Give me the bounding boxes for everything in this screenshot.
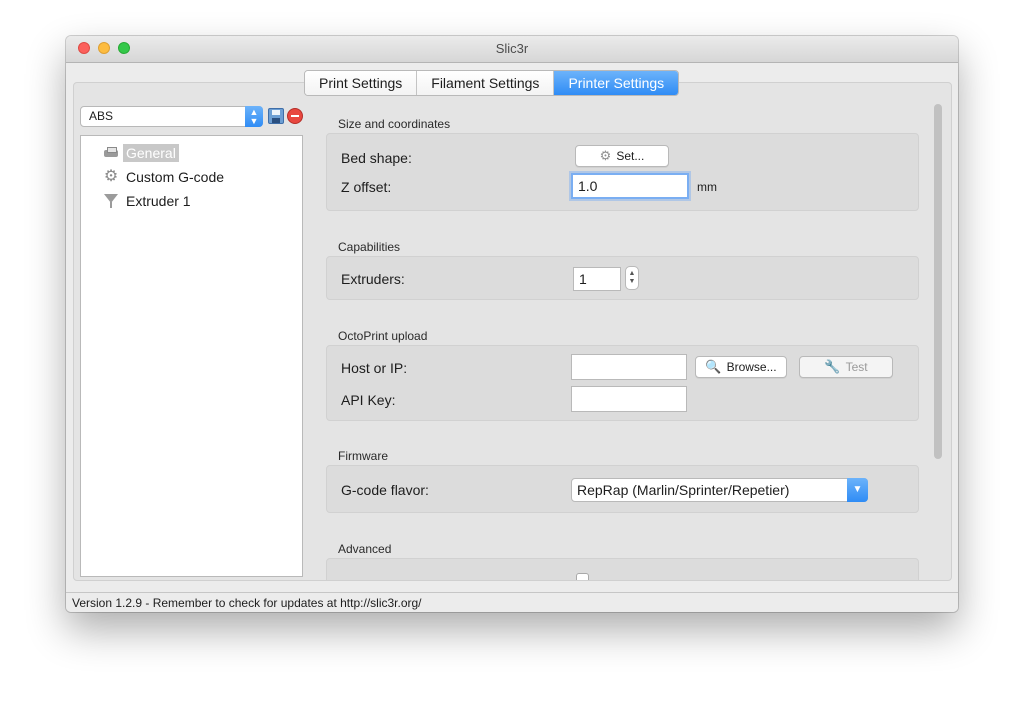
browse-button[interactable]: 🔍 Browse... xyxy=(695,356,787,378)
status-bar: Version 1.2.9 - Remember to check for up… xyxy=(66,592,958,612)
settings-content: ABS ▲ ▼ General ⚙ Custom G-code Extruder … xyxy=(73,82,952,581)
z-offset-label: Z offset: xyxy=(341,179,392,195)
tree-item-label: General xyxy=(123,144,179,162)
gear-icon: ⚙ xyxy=(103,168,119,185)
api-key-input[interactable] xyxy=(571,386,687,412)
printer-icon xyxy=(103,145,119,161)
scrollbar-thumb[interactable] xyxy=(934,104,942,459)
api-key-label: API Key: xyxy=(341,392,396,408)
z-offset-input[interactable] xyxy=(571,173,689,199)
test-label: Test xyxy=(845,360,868,374)
extruders-stepper[interactable]: ▲ ▼ xyxy=(625,266,639,290)
host-ip-input[interactable] xyxy=(571,354,687,380)
host-ip-label: Host or IP: xyxy=(341,360,408,376)
tab-printer-settings[interactable]: Printer Settings xyxy=(554,71,679,95)
section-title-octoprint: OctoPrint upload xyxy=(338,329,428,343)
group-size-coordinates: Bed shape: ⚙ Set... Z offset: mm xyxy=(326,133,919,211)
use-relative-e-checkbox[interactable] xyxy=(576,573,589,580)
group-octoprint: Host or IP: 🔍 Browse... 🔧 Test API Key: xyxy=(326,345,919,421)
chevron-updown-icon: ▲ ▼ xyxy=(245,106,263,127)
group-capabilities: Extruders: ▲▼ xyxy=(326,256,919,300)
tab-print-settings[interactable]: Print Settings xyxy=(305,71,418,95)
extruders-label: Extruders: xyxy=(341,271,405,287)
section-title-capabilities: Capabilities xyxy=(338,240,401,254)
section-title-size: Size and coordinates xyxy=(338,117,451,131)
preset-select-value: ABS xyxy=(89,109,114,123)
tree-item-custom-gcode[interactable]: ⚙ Custom G-code xyxy=(103,168,227,186)
tree-item-general[interactable]: General xyxy=(103,144,179,162)
tab-filament-settings[interactable]: Filament Settings xyxy=(417,71,555,95)
z-offset-unit: mm xyxy=(697,180,717,194)
delete-icon[interactable] xyxy=(287,108,303,124)
bed-shape-set-button[interactable]: ⚙ Set... xyxy=(575,145,669,167)
settings-page-tree: General ⚙ Custom G-code Extruder 1 xyxy=(80,135,303,577)
preset-select[interactable]: ABS ▲ ▼ xyxy=(80,106,263,127)
app-window: Slic3r Print Settings Filament Settings … xyxy=(66,36,958,612)
browse-label: Browse... xyxy=(726,360,777,374)
settings-panel[interactable]: Size and coordinates Bed shape: ⚙ Set... … xyxy=(324,83,934,580)
group-advanced xyxy=(326,558,919,580)
tree-item-extruder-1[interactable]: Extruder 1 xyxy=(103,192,194,210)
bed-shape-label: Bed shape: xyxy=(341,150,412,166)
settings-scrollbar[interactable] xyxy=(931,99,945,577)
title-bar[interactable]: Slic3r xyxy=(66,36,958,63)
magnifier-icon: 🔍 xyxy=(705,359,722,374)
settings-tab-bar: Print Settings Filament Settings Printer… xyxy=(304,70,680,96)
extruders-input[interactable] xyxy=(573,267,621,291)
wrench-icon: 🔧 xyxy=(824,359,841,374)
section-title-firmware: Firmware xyxy=(338,449,388,463)
test-button[interactable]: 🔧 Test xyxy=(799,356,893,378)
gcode-flavor-label: G-code flavor: xyxy=(341,482,429,498)
gcode-flavor-value: RepRap (Marlin/Sprinter/Repetier) xyxy=(577,482,790,498)
save-icon[interactable] xyxy=(268,108,284,124)
window-title: Slic3r xyxy=(495,41,529,56)
bed-shape-set-label: Set... xyxy=(616,149,645,163)
tree-item-label: Extruder 1 xyxy=(126,193,191,209)
gcode-flavor-select[interactable]: RepRap (Marlin/Sprinter/Repetier) ▼ xyxy=(571,478,868,502)
gear-icon: ⚙ xyxy=(599,148,612,163)
section-title-advanced: Advanced xyxy=(338,542,392,556)
tree-item-label: Custom G-code xyxy=(126,169,225,185)
group-firmware: G-code flavor: RepRap (Marlin/Sprinter/R… xyxy=(326,465,919,513)
chevron-down-icon: ▼ xyxy=(847,478,868,502)
funnel-icon xyxy=(103,193,119,209)
